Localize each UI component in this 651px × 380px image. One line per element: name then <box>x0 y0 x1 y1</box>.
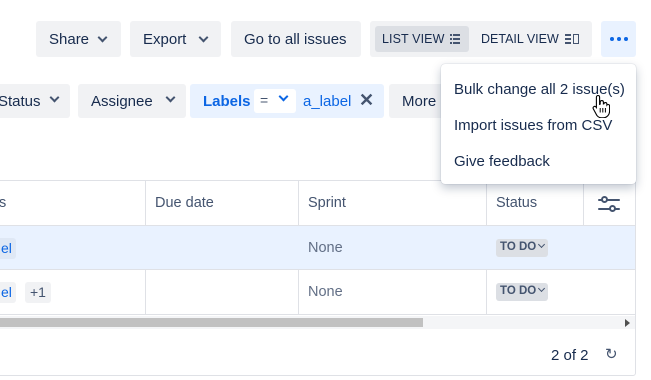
pagination-text: 2 of 2 <box>551 347 589 364</box>
horizontal-scrollbar[interactable] <box>0 316 635 329</box>
refresh-icon[interactable]: ↻ <box>605 347 620 362</box>
share-label: Share <box>49 30 90 48</box>
detail-view-button[interactable]: DETAIL VIEW <box>481 26 579 52</box>
status-filter[interactable]: Status <box>0 84 70 118</box>
chevron-down-icon <box>538 284 546 293</box>
status-badge[interactable]: TO DO <box>496 239 549 257</box>
sprint-cell: None <box>308 284 343 300</box>
status-filter-label: Status <box>0 92 41 110</box>
labels-filter-value[interactable]: a_label <box>303 93 351 110</box>
list-view-button[interactable]: LIST VIEW <box>375 26 469 52</box>
label-chip: el <box>0 282 16 303</box>
more-dots-icon <box>609 37 614 41</box>
status-badge-label: TO DO <box>500 285 537 297</box>
column-settings-icon[interactable] <box>598 196 620 212</box>
assignee-filter-label: Assignee <box>91 92 153 110</box>
more-actions-button[interactable] <box>601 21 636 57</box>
more-actions-menu: Bulk change all 2 issue(s) Import issues… <box>441 64 636 184</box>
chevron-down-icon <box>97 32 108 43</box>
detail-view-label: DETAIL VIEW <box>481 32 559 46</box>
status-badge[interactable]: TO DO <box>496 283 549 301</box>
close-icon[interactable]: ✕ <box>359 90 374 111</box>
export-button[interactable]: Export <box>130 21 221 57</box>
list-icon <box>450 34 460 44</box>
chevron-down-icon <box>538 240 546 249</box>
menu-item-import-csv[interactable]: Import issues from CSV <box>454 117 612 134</box>
labels-filter-field: Labels <box>203 93 251 110</box>
hand-cursor-icon <box>592 94 610 118</box>
column-header[interactable]: s <box>0 195 6 211</box>
more-filters-label: More <box>402 92 437 110</box>
scroll-right-arrow-icon[interactable] <box>625 319 630 327</box>
view-toggle: LIST VIEW DETAIL VIEW <box>370 21 592 57</box>
sprint-cell: None <box>308 240 343 256</box>
more-labels-count[interactable]: +1 <box>25 282 51 303</box>
chevron-down-icon <box>165 92 176 103</box>
table-header: s Due date Sprint Status <box>0 181 635 226</box>
assignee-filter[interactable]: Assignee <box>78 84 186 118</box>
go-to-all-issues-button[interactable]: Go to all issues <box>231 21 361 57</box>
table-row[interactable]: el None TO DO <box>0 226 635 270</box>
table-row[interactable]: el +1 None TO DO <box>0 270 635 315</box>
detail-icon <box>564 34 579 44</box>
issues-table: s Due date Sprint Status el None TO DO e… <box>0 180 636 376</box>
more-filters-button[interactable]: More <box>389 84 449 118</box>
labels-filter[interactable]: Labels = a_label ✕ <box>190 84 384 118</box>
column-header-status[interactable]: Status <box>496 195 537 211</box>
go-to-all-issues-label: Go to all issues <box>244 30 347 48</box>
scrollbar-thumb[interactable] <box>0 318 423 327</box>
chevron-down-icon <box>278 91 289 102</box>
export-label: Export <box>143 30 187 48</box>
menu-item-give-feedback[interactable]: Give feedback <box>454 153 550 170</box>
column-header-due-date[interactable]: Due date <box>155 195 214 211</box>
chevron-down-icon <box>49 92 60 103</box>
label-chip: el <box>0 238 16 259</box>
labels-operator-select[interactable]: = <box>254 89 296 113</box>
labels-operator-value: = <box>260 92 269 108</box>
list-view-label: LIST VIEW <box>382 32 445 46</box>
chevron-down-icon <box>198 32 209 43</box>
share-button[interactable]: Share <box>36 21 121 57</box>
column-header-sprint[interactable]: Sprint <box>308 195 346 211</box>
status-badge-label: TO DO <box>500 241 537 253</box>
